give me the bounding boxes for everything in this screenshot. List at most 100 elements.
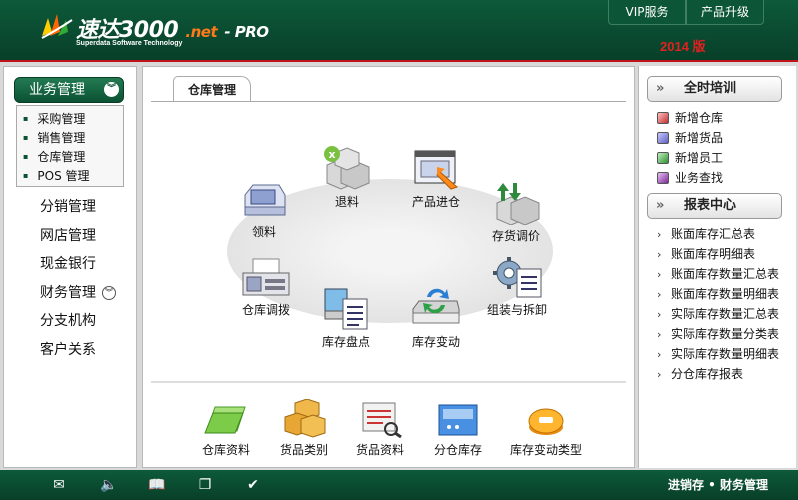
bottom-stock-change-type[interactable]: 库存变动类型 bbox=[510, 401, 582, 458]
window-arrow-icon bbox=[414, 150, 458, 190]
node-stock-change-label: 库存变动 bbox=[411, 335, 460, 349]
mail-icon[interactable]: ✉ bbox=[50, 476, 68, 494]
bottom-warehouse-data[interactable]: 仓库资料 bbox=[201, 401, 251, 458]
sidebar-item-cash-bank[interactable]: 现金银行 bbox=[40, 250, 116, 279]
copy-icon[interactable]: ❐ bbox=[196, 476, 214, 494]
sidebar-item-branches[interactable]: 分支机构 bbox=[40, 307, 116, 336]
report-item[interactable]: › 账面库存汇总表 bbox=[657, 224, 779, 244]
drawer-blue-icon bbox=[438, 404, 478, 436]
submenu-item-purchase[interactable]: 采购管理 bbox=[23, 110, 123, 129]
sidebar-item-distribution[interactable]: 分销管理 bbox=[40, 193, 116, 222]
report-head[interactable]: » 报表中心 bbox=[647, 193, 782, 219]
sidebar-item-crm[interactable]: 客户关系 bbox=[40, 336, 116, 365]
node-receive-material[interactable]: 领料 bbox=[239, 181, 289, 240]
node-inventory-check[interactable]: 库存盘点 bbox=[321, 285, 371, 350]
node-price-adjust-label: 存货调价 bbox=[491, 229, 540, 243]
node-stock-change[interactable]: 库存变动 bbox=[409, 283, 463, 350]
node-price-adjust[interactable]: 存货调价 bbox=[489, 179, 543, 244]
report-item[interactable]: › 实际库存数量汇总表 bbox=[657, 304, 779, 324]
drive-refresh-icon bbox=[412, 288, 460, 324]
book-purple-icon bbox=[657, 172, 669, 184]
report-item[interactable]: › 账面库存数量明细表 bbox=[657, 284, 779, 304]
submenu-item-sales[interactable]: 销售管理 bbox=[23, 129, 123, 148]
training-head-label: 全时培训 bbox=[684, 81, 737, 96]
report-head-label: 报表中心 bbox=[684, 198, 737, 213]
node-assemble-label: 组装与拆卸 bbox=[487, 303, 548, 317]
product-upgrade-link[interactable]: 产品升级 bbox=[686, 0, 764, 25]
document-magnifier-icon bbox=[362, 402, 402, 439]
boxes-return-icon: x bbox=[324, 146, 370, 190]
bottom-goods-category-label: 货品类别 bbox=[279, 443, 328, 457]
bottom-branch-stock-label: 分仓库存 bbox=[433, 443, 482, 457]
node-stock-in-label: 产品进仓 bbox=[411, 195, 460, 209]
chevron-right-icon: › bbox=[657, 268, 662, 281]
report-item-label: 实际库存数量分类表 bbox=[671, 327, 780, 341]
submenu-item-warehouse[interactable]: 仓库管理 bbox=[23, 148, 123, 167]
report-item[interactable]: › 分仓库存报表 bbox=[657, 364, 779, 384]
top-links: VIP服务 产品升级 bbox=[608, 0, 764, 25]
report-item[interactable]: › 实际库存数量分类表 bbox=[657, 324, 779, 344]
report-item-label: 账面库存汇总表 bbox=[671, 227, 756, 241]
sidebar-item-online-store[interactable]: 网店管理 bbox=[40, 222, 116, 251]
training-list: 新增仓库 新增货品 新增员工 业务查找 bbox=[657, 108, 723, 188]
node-inventory-check-label: 库存盘点 bbox=[321, 335, 370, 349]
footer-bar: ✉ 🔈 📖 ❐ ✔ 进销存 • 财务管理 bbox=[0, 470, 798, 500]
training-item-new-goods[interactable]: 新增货品 bbox=[657, 128, 723, 148]
training-item-new-employee[interactable]: 新增员工 bbox=[657, 148, 723, 168]
chevron-right-icon: › bbox=[657, 328, 662, 341]
node-product-stock-in[interactable]: 产品进仓 bbox=[409, 145, 463, 210]
footer-text: 进销存 • 财务管理 bbox=[667, 478, 768, 492]
coin-orange-icon bbox=[528, 408, 564, 435]
training-item-business-search[interactable]: 业务查找 bbox=[657, 168, 723, 188]
sidebar-head-label: 业务管理 bbox=[29, 82, 85, 98]
section-divider bbox=[151, 381, 626, 383]
report-item-label: 账面库存明细表 bbox=[671, 247, 756, 261]
report-item[interactable]: › 账面库存数量汇总表 bbox=[657, 264, 779, 284]
folder-green-icon bbox=[204, 406, 246, 434]
vip-service-link[interactable]: VIP服务 bbox=[608, 0, 686, 25]
sidebar-head-business[interactable]: 业务管理 ︾ bbox=[14, 77, 124, 103]
book-green-icon bbox=[657, 152, 669, 164]
bottom-goods-category[interactable]: 货品类别 bbox=[279, 399, 329, 458]
tab-warehouse[interactable]: 仓库管理 bbox=[173, 76, 252, 102]
chevron-right-icon: › bbox=[657, 348, 662, 361]
main-menu: 分销管理 网店管理 现金银行 财务管理 ︾ 分支机构 客户关系 bbox=[40, 193, 116, 364]
training-item-label: 新增仓库 bbox=[675, 111, 724, 125]
node-assemble-disassemble[interactable]: 组装与拆卸 bbox=[487, 253, 547, 318]
node-return-material[interactable]: x 退料 bbox=[321, 145, 373, 210]
boxes-updown-icon bbox=[496, 183, 540, 225]
bottom-warehouse-data-label: 仓库资料 bbox=[201, 443, 250, 457]
chevron-right-icon: › bbox=[657, 308, 662, 321]
main-panel: 仓库管理 领料 x 退料 产品进仓 存货调价 仓库调拨 库存盘点 库存变动 组装… bbox=[142, 66, 635, 468]
submenu-item-pos[interactable]: POS 管理 bbox=[23, 167, 123, 186]
report-item[interactable]: › 账面库存明细表 bbox=[657, 244, 779, 264]
training-item-new-warehouse[interactable]: 新增仓库 bbox=[657, 108, 723, 128]
node-receive-label: 领料 bbox=[251, 225, 276, 239]
svg-text:x: x bbox=[328, 148, 335, 161]
report-item-label: 实际库存数量汇总表 bbox=[671, 307, 780, 321]
app-header: 速达3000 .net - PRO Superdata Software Tec… bbox=[0, 0, 798, 62]
sidebar-item-finance-label: 财务管理 bbox=[40, 284, 96, 301]
right-panel: » 全时培训 新增仓库 新增货品 新增员工 业务查找 » 报表中心 › 账面库存汇… bbox=[638, 66, 796, 468]
bottom-goods-data[interactable]: 货品资料 bbox=[355, 399, 405, 458]
monitor-list-icon bbox=[324, 288, 368, 330]
sidebar-item-finance[interactable]: 财务管理 ︾ bbox=[40, 279, 116, 308]
training-head[interactable]: » 全时培训 bbox=[647, 76, 782, 102]
version-label: 2014 版 bbox=[660, 39, 706, 54]
chevron-double-down-icon: ︾ bbox=[104, 82, 119, 97]
speaker-icon[interactable]: 🔈 bbox=[100, 476, 118, 494]
book-blue-icon bbox=[657, 132, 669, 144]
report-list: › 账面库存汇总表 › 账面库存明细表 › 账面库存数量汇总表 › 账面库存数量明细表 … bbox=[657, 224, 779, 384]
training-item-label: 业务查找 bbox=[675, 171, 724, 185]
bottom-branch-stock[interactable]: 分仓库存 bbox=[433, 401, 483, 458]
book-open-icon[interactable]: 📖 bbox=[148, 476, 166, 494]
check-icon[interactable]: ✔ bbox=[244, 476, 262, 494]
logo-subtitle: Superdata Software Technology bbox=[76, 40, 183, 47]
report-item-label: 分仓库存报表 bbox=[671, 367, 744, 381]
node-return-label: 退料 bbox=[334, 195, 359, 209]
report-item[interactable]: › 实际库存数量明细表 bbox=[657, 344, 779, 364]
tray-icon bbox=[244, 184, 286, 216]
sidebar: 业务管理 ︾ 采购管理 销售管理 仓库管理 POS 管理 分销管理 网店管理 现… bbox=[3, 66, 137, 468]
fax-machine-icon bbox=[242, 258, 290, 296]
node-warehouse-transfer[interactable]: 仓库调拨 bbox=[239, 257, 293, 318]
